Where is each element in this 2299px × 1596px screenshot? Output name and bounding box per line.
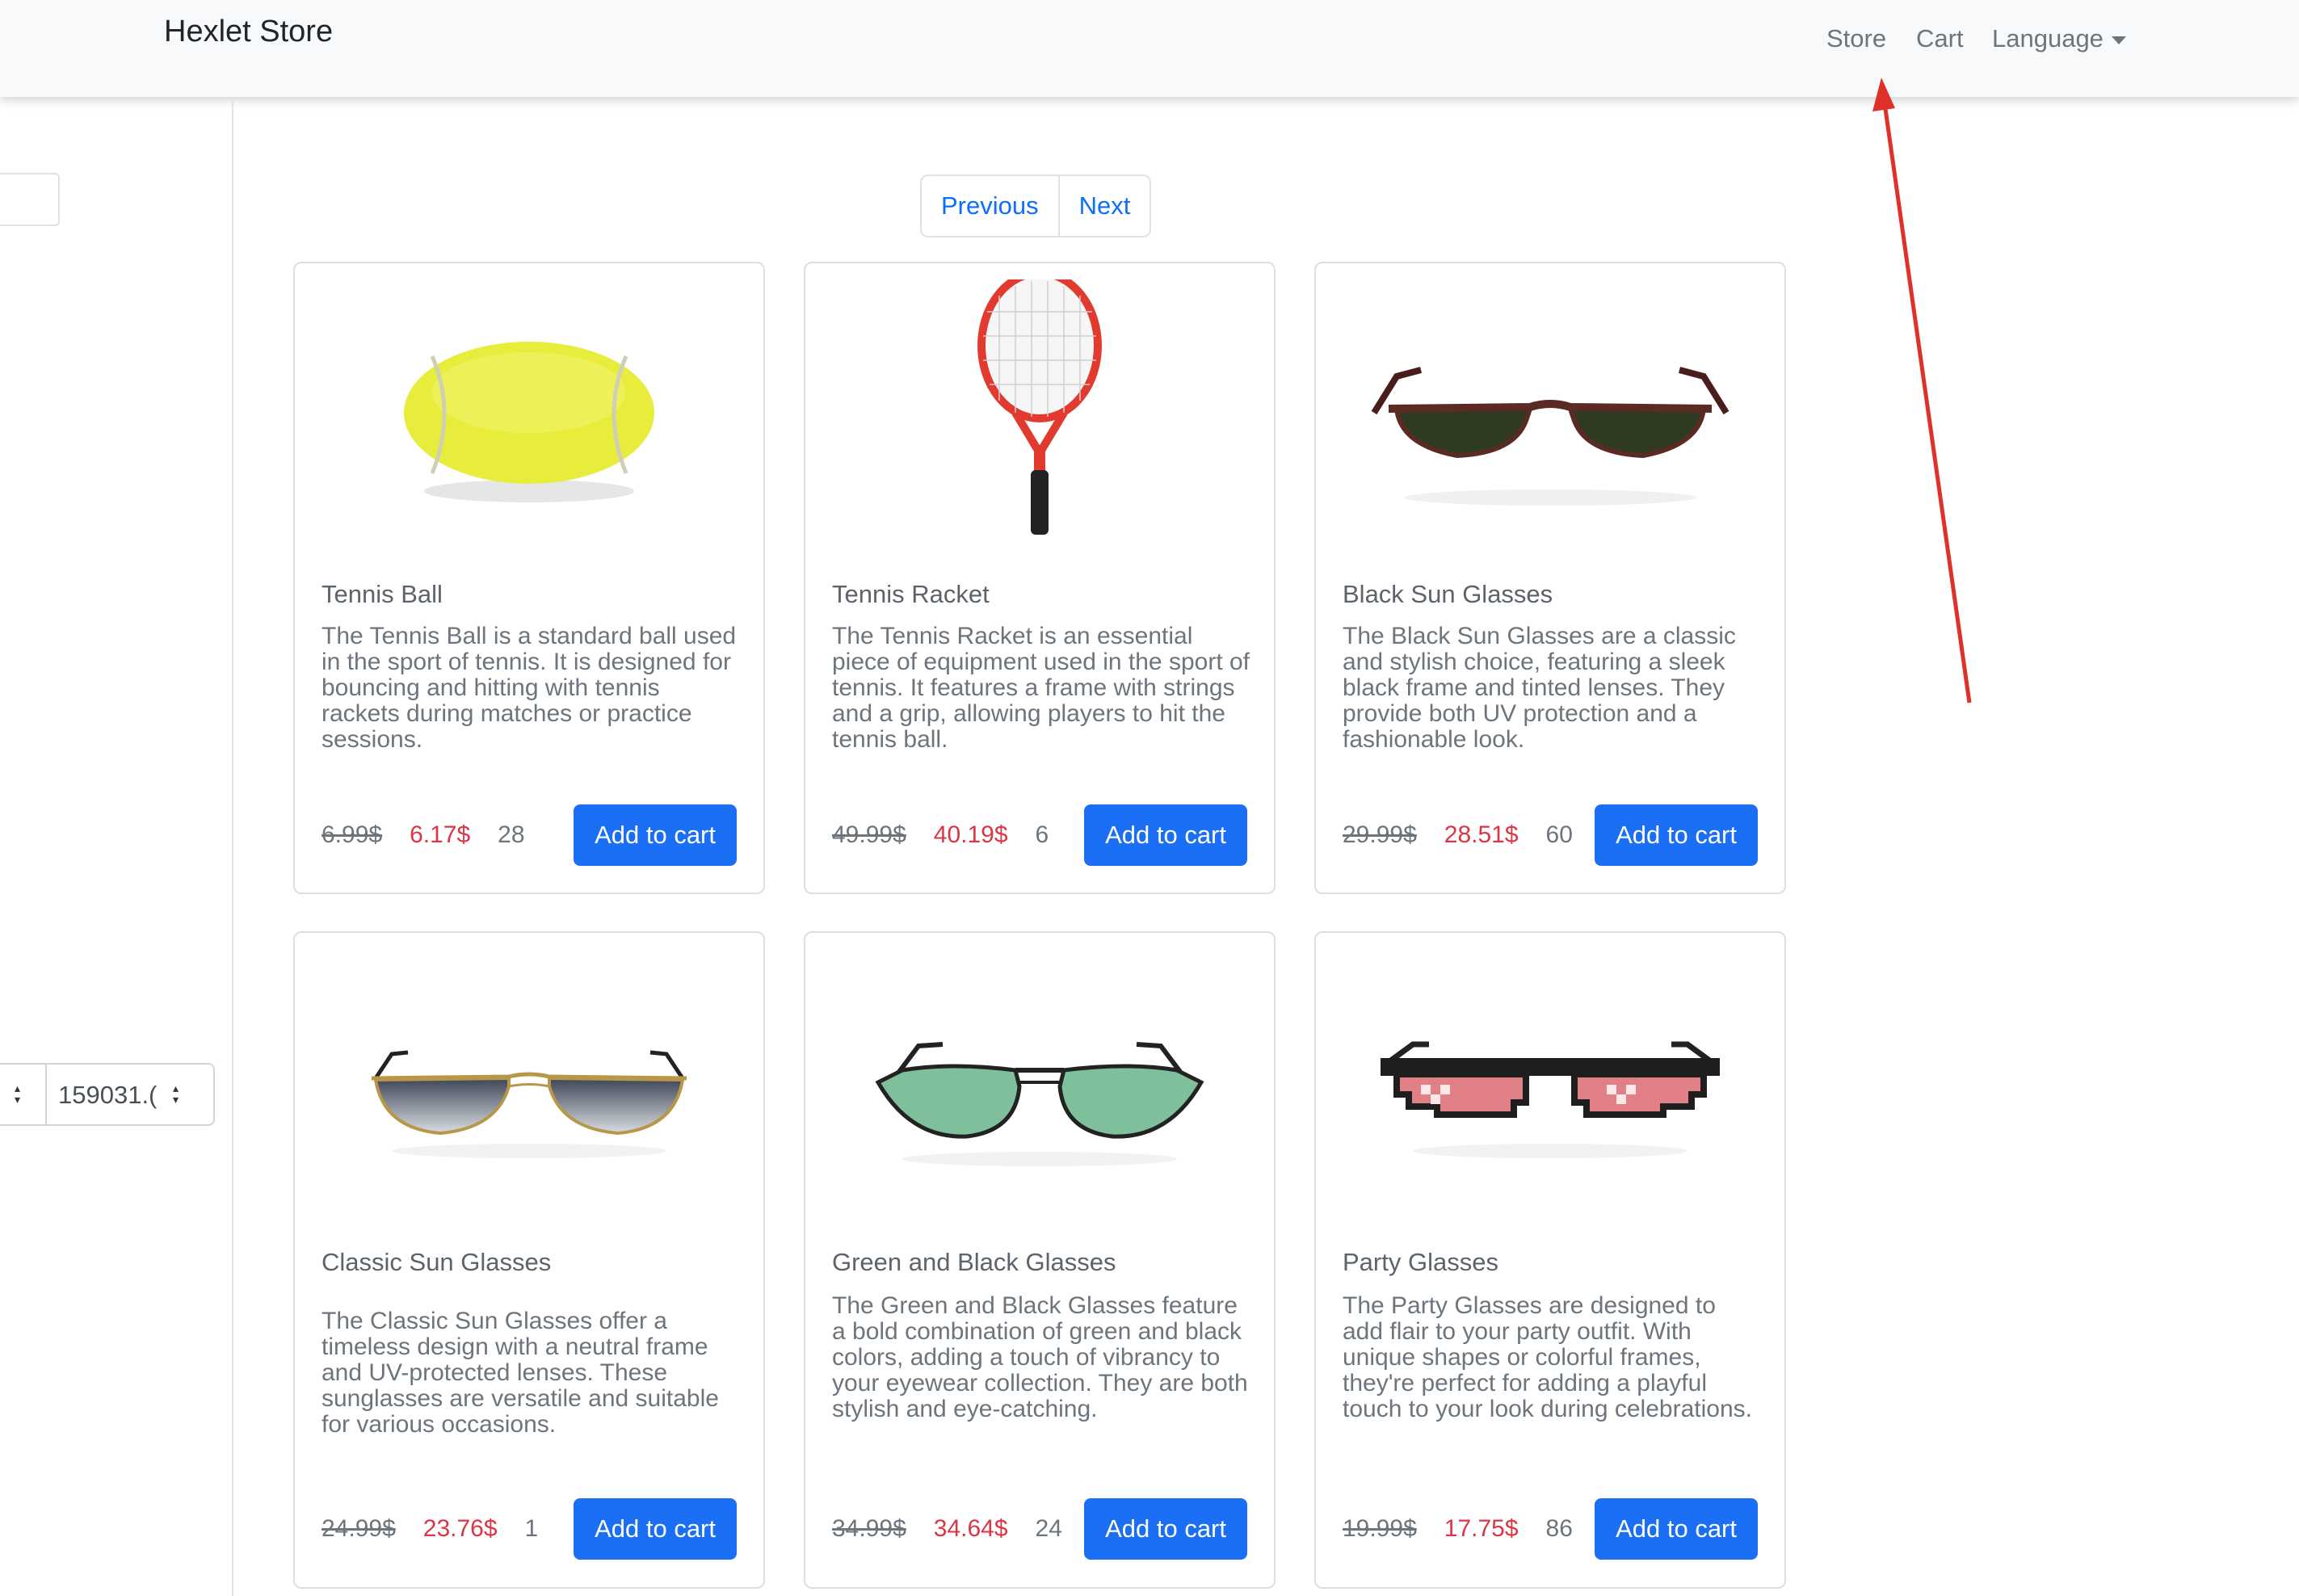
card-footer: 6.99$ 6.17$ 28 Add to cart (322, 804, 737, 866)
brand-logo-text[interactable]: Hexlet Store (164, 15, 333, 49)
tennis-ball-icon (404, 342, 654, 502)
product-description: The Party Glasses are designed to add fl… (1343, 1292, 1752, 1422)
stepper-arrows-icon[interactable]: ▴ ▾ (15, 1082, 26, 1105)
stock-count: 28 (498, 821, 525, 848)
language-label: Language (1992, 24, 2104, 52)
add-to-cart-button[interactable]: Add to cart (574, 1498, 737, 1560)
product-card: Party Glasses The Party Glasses are desi… (1314, 931, 1786, 1589)
product-description: The Classic Sun Glasses offer a timeless… (322, 1308, 719, 1438)
old-price: 6.99$ (322, 821, 383, 848)
stock-count: 6 (1035, 821, 1049, 848)
product-title: Tennis Ball (322, 580, 443, 608)
sale-price: 6.17$ (410, 821, 471, 848)
sidebar-divider (232, 97, 233, 1596)
card-footer: 49.99$ 40.19$ 6 Add to cart (832, 804, 1247, 866)
green-glasses-icon (875, 1042, 1204, 1166)
language-dropdown[interactable]: Language (1992, 24, 2126, 53)
card-footer: 29.99$ 28.51$ 60 Add to cart (1343, 804, 1758, 866)
stock-count: 60 (1545, 821, 1573, 848)
pixel-party-glasses-icon (1381, 1041, 1720, 1158)
old-price: 29.99$ (1343, 821, 1417, 848)
nav-link-cart[interactable]: Cart (1916, 24, 1964, 53)
pagination: Previous Next (920, 174, 1152, 237)
add-to-cart-button[interactable]: Add to cart (1084, 804, 1247, 866)
old-price: 19.99$ (1343, 1515, 1417, 1542)
nav-link-store[interactable]: Store (1826, 24, 1886, 53)
add-to-cart-button[interactable]: Add to cart (1595, 1498, 1758, 1560)
product-card: Classic Sun Glasses The Classic Sun Glas… (293, 931, 765, 1589)
product-title: Green and Black Glasses (832, 1248, 1116, 1276)
stock-count: 86 (1545, 1515, 1573, 1542)
price-range-inputs: ▴ ▾ 159031.( ▴ ▾ (0, 1063, 215, 1126)
next-page-button[interactable]: Next (1057, 176, 1150, 236)
previous-page-button[interactable]: Previous (922, 176, 1058, 236)
sale-price: 40.19$ (933, 821, 1008, 848)
add-to-cart-button[interactable]: Add to cart (1595, 804, 1758, 866)
stock-count: 1 (524, 1515, 539, 1542)
card-footer: 34.99$ 34.64$ 24 Add to cart (832, 1498, 1247, 1560)
product-title: Black Sun Glasses (1343, 580, 1553, 608)
max-price-input[interactable]: 159031.( (58, 1081, 171, 1110)
product-description: The Tennis Ball is a standard ball used … (322, 623, 737, 753)
add-to-cart-button[interactable]: Add to cart (574, 804, 737, 866)
product-description: The Black Sun Glasses are a classic and … (1343, 623, 1736, 753)
product-card: Green and Black Glasses The Green and Bl… (804, 931, 1276, 1589)
tennis-racket-icon (977, 279, 1102, 535)
product-description: The Tennis Racket is an essential piece … (832, 623, 1250, 753)
product-card: Tennis Ball The Tennis Ball is a standar… (293, 262, 765, 894)
card-footer: 24.99$ 23.76$ 1 Add to cart (322, 1498, 737, 1560)
product-title: Classic Sun Glasses (322, 1248, 552, 1276)
card-footer: 19.99$ 17.75$ 86 Add to cart (1343, 1498, 1758, 1560)
old-price: 49.99$ (832, 821, 906, 848)
sidebar-search-input[interactable] (0, 173, 60, 226)
stock-count: 24 (1035, 1515, 1062, 1542)
product-title: Tennis Racket (832, 580, 990, 608)
old-price: 24.99$ (322, 1515, 396, 1542)
product-description: The Green and Black Glasses feature a bo… (832, 1292, 1248, 1422)
stepper-arrows-icon[interactable]: ▴ ▾ (173, 1082, 184, 1105)
aviator-sunglasses-icon (371, 1050, 687, 1158)
black-sunglasses-icon (1371, 367, 1730, 506)
product-card: Black Sun Glasses The Black Sun Glasses … (1314, 262, 1786, 894)
add-to-cart-button[interactable]: Add to cart (1084, 1498, 1247, 1560)
top-navbar: Hexlet Store Store Cart Language (0, 0, 2299, 97)
sale-price: 23.76$ (422, 1515, 498, 1542)
caret-down-icon (2111, 36, 2126, 44)
sale-price: 34.64$ (933, 1515, 1008, 1542)
old-price: 34.99$ (832, 1515, 906, 1542)
product-card: Tennis Racket The Tennis Racket is an es… (804, 262, 1276, 894)
input-separator (45, 1065, 47, 1124)
sale-price: 28.51$ (1444, 821, 1519, 848)
product-title: Party Glasses (1343, 1248, 1498, 1276)
sale-price: 17.75$ (1444, 1515, 1519, 1542)
